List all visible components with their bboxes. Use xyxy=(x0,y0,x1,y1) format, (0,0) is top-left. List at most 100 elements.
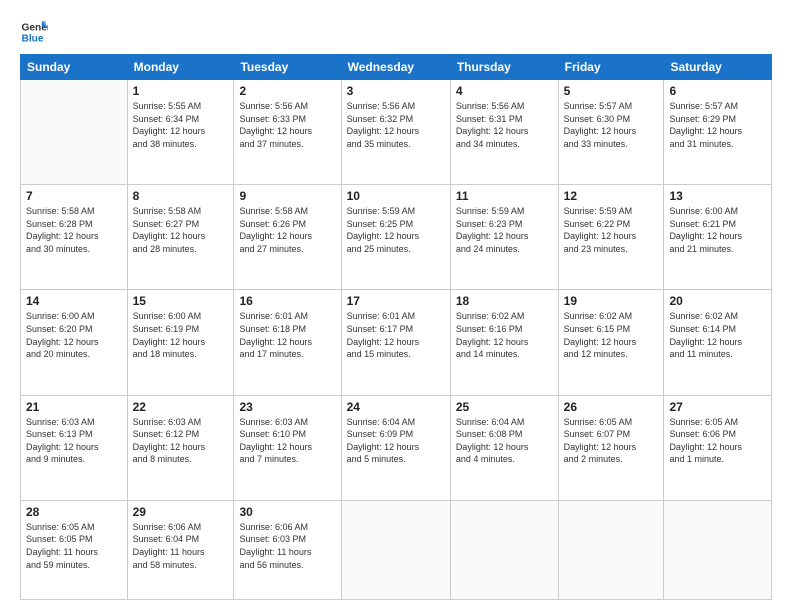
day-cell: 20 Sunrise: 6:02 AM Sunset: 6:14 PM Dayli… xyxy=(664,290,772,395)
day-cell: 17 Sunrise: 6:01 AM Sunset: 6:17 PM Dayli… xyxy=(341,290,450,395)
logo-icon: General Blue xyxy=(20,18,48,46)
day-number: 7 xyxy=(26,189,122,203)
day-info: Sunrise: 5:55 AM Sunset: 6:34 PM Dayligh… xyxy=(133,100,229,150)
day-info: Sunrise: 6:01 AM Sunset: 6:17 PM Dayligh… xyxy=(347,310,445,360)
header-cell-thursday: Thursday xyxy=(450,55,558,80)
header-cell-sunday: Sunday xyxy=(21,55,128,80)
day-number: 22 xyxy=(133,400,229,414)
week-row-0: 1 Sunrise: 5:55 AM Sunset: 6:34 PM Daylig… xyxy=(21,80,772,185)
header-cell-tuesday: Tuesday xyxy=(234,55,341,80)
day-number: 26 xyxy=(564,400,659,414)
day-cell: 3 Sunrise: 5:56 AM Sunset: 6:32 PM Daylig… xyxy=(341,80,450,185)
day-info: Sunrise: 5:57 AM Sunset: 6:29 PM Dayligh… xyxy=(669,100,766,150)
day-number: 2 xyxy=(239,84,335,98)
day-cell: 25 Sunrise: 6:04 AM Sunset: 6:08 PM Dayli… xyxy=(450,395,558,500)
day-number: 3 xyxy=(347,84,445,98)
day-cell xyxy=(558,500,664,599)
day-cell: 14 Sunrise: 6:00 AM Sunset: 6:20 PM Dayli… xyxy=(21,290,128,395)
day-cell: 22Sunrise: 6:03 AM Sunset: 6:12 PM Dayli… xyxy=(127,395,234,500)
day-number: 16 xyxy=(239,294,335,308)
day-number: 13 xyxy=(669,189,766,203)
day-info: Sunrise: 5:56 AM Sunset: 6:32 PM Dayligh… xyxy=(347,100,445,150)
day-cell: 8 Sunrise: 5:58 AM Sunset: 6:27 PM Daylig… xyxy=(127,185,234,290)
day-info: Sunrise: 6:00 AM Sunset: 6:20 PM Dayligh… xyxy=(26,310,122,360)
day-info: Sunrise: 6:04 AM Sunset: 6:09 PM Dayligh… xyxy=(347,416,445,466)
day-cell: 15Sunrise: 6:00 AM Sunset: 6:19 PM Dayli… xyxy=(127,290,234,395)
day-number: 21 xyxy=(26,400,122,414)
day-info: Sunrise: 6:02 AM Sunset: 6:15 PM Dayligh… xyxy=(564,310,659,360)
day-info: Sunrise: 6:06 AM Sunset: 6:03 PM Dayligh… xyxy=(239,521,335,571)
day-cell xyxy=(21,80,128,185)
day-cell: 24Sunrise: 6:04 AM Sunset: 6:09 PM Dayli… xyxy=(341,395,450,500)
day-number: 30 xyxy=(239,505,335,519)
day-info: Sunrise: 6:00 AM Sunset: 6:21 PM Dayligh… xyxy=(669,205,766,255)
day-info: Sunrise: 6:02 AM Sunset: 6:16 PM Dayligh… xyxy=(456,310,553,360)
day-info: Sunrise: 6:05 AM Sunset: 6:05 PM Dayligh… xyxy=(26,521,122,571)
header-cell-wednesday: Wednesday xyxy=(341,55,450,80)
day-number: 29 xyxy=(133,505,229,519)
day-number: 15 xyxy=(133,294,229,308)
header-cell-friday: Friday xyxy=(558,55,664,80)
day-number: 27 xyxy=(669,400,766,414)
header-cell-saturday: Saturday xyxy=(664,55,772,80)
day-info: Sunrise: 5:59 AM Sunset: 6:22 PM Dayligh… xyxy=(564,205,659,255)
header-cell-monday: Monday xyxy=(127,55,234,80)
day-cell: 6 Sunrise: 5:57 AM Sunset: 6:29 PM Daylig… xyxy=(664,80,772,185)
day-number: 9 xyxy=(239,189,335,203)
day-cell xyxy=(341,500,450,599)
logo: General Blue xyxy=(20,18,54,46)
day-cell: 27 Sunrise: 6:05 AM Sunset: 6:06 PM Dayli… xyxy=(664,395,772,500)
svg-text:Blue: Blue xyxy=(22,33,44,44)
day-cell: 29 Sunrise: 6:06 AM Sunset: 6:04 PM Dayli… xyxy=(127,500,234,599)
day-cell: 19 Sunrise: 6:02 AM Sunset: 6:15 PM Dayli… xyxy=(558,290,664,395)
day-number: 18 xyxy=(456,294,553,308)
day-info: Sunrise: 6:05 AM Sunset: 6:06 PM Dayligh… xyxy=(669,416,766,466)
day-number: 25 xyxy=(456,400,553,414)
day-cell: 28Sunrise: 6:05 AM Sunset: 6:05 PM Dayli… xyxy=(21,500,128,599)
week-row-2: 14 Sunrise: 6:00 AM Sunset: 6:20 PM Dayli… xyxy=(21,290,772,395)
day-number: 11 xyxy=(456,189,553,203)
calendar-header: SundayMondayTuesdayWednesdayThursdayFrid… xyxy=(21,55,772,80)
header-row: SundayMondayTuesdayWednesdayThursdayFrid… xyxy=(21,55,772,80)
day-number: 10 xyxy=(347,189,445,203)
day-cell: 4 Sunrise: 5:56 AM Sunset: 6:31 PM Daylig… xyxy=(450,80,558,185)
week-row-1: 7 Sunrise: 5:58 AM Sunset: 6:28 PM Daylig… xyxy=(21,185,772,290)
day-info: Sunrise: 6:06 AM Sunset: 6:04 PM Dayligh… xyxy=(133,521,229,571)
day-number: 19 xyxy=(564,294,659,308)
day-info: Sunrise: 6:02 AM Sunset: 6:14 PM Dayligh… xyxy=(669,310,766,360)
day-number: 4 xyxy=(456,84,553,98)
day-cell: 12Sunrise: 5:59 AM Sunset: 6:22 PM Dayli… xyxy=(558,185,664,290)
day-info: Sunrise: 5:56 AM Sunset: 6:33 PM Dayligh… xyxy=(239,100,335,150)
day-info: Sunrise: 6:04 AM Sunset: 6:08 PM Dayligh… xyxy=(456,416,553,466)
day-cell: 5Sunrise: 5:57 AM Sunset: 6:30 PM Daylig… xyxy=(558,80,664,185)
day-cell: 30 Sunrise: 6:06 AM Sunset: 6:03 PM Dayli… xyxy=(234,500,341,599)
day-number: 5 xyxy=(564,84,659,98)
day-cell: 2 Sunrise: 5:56 AM Sunset: 6:33 PM Daylig… xyxy=(234,80,341,185)
day-info: Sunrise: 5:56 AM Sunset: 6:31 PM Dayligh… xyxy=(456,100,553,150)
day-number: 8 xyxy=(133,189,229,203)
day-cell: 16 Sunrise: 6:01 AM Sunset: 6:18 PM Dayli… xyxy=(234,290,341,395)
day-info: Sunrise: 5:59 AM Sunset: 6:23 PM Dayligh… xyxy=(456,205,553,255)
day-number: 6 xyxy=(669,84,766,98)
day-cell xyxy=(664,500,772,599)
day-info: Sunrise: 5:58 AM Sunset: 6:27 PM Dayligh… xyxy=(133,205,229,255)
day-info: Sunrise: 6:03 AM Sunset: 6:13 PM Dayligh… xyxy=(26,416,122,466)
day-info: Sunrise: 6:05 AM Sunset: 6:07 PM Dayligh… xyxy=(564,416,659,466)
day-info: Sunrise: 6:01 AM Sunset: 6:18 PM Dayligh… xyxy=(239,310,335,360)
day-cell: 9 Sunrise: 5:58 AM Sunset: 6:26 PM Daylig… xyxy=(234,185,341,290)
day-cell: 18 Sunrise: 6:02 AM Sunset: 6:16 PM Dayli… xyxy=(450,290,558,395)
day-number: 1 xyxy=(133,84,229,98)
week-row-3: 21 Sunrise: 6:03 AM Sunset: 6:13 PM Dayli… xyxy=(21,395,772,500)
day-info: Sunrise: 5:58 AM Sunset: 6:26 PM Dayligh… xyxy=(239,205,335,255)
day-info: Sunrise: 5:58 AM Sunset: 6:28 PM Dayligh… xyxy=(26,205,122,255)
day-cell: 21 Sunrise: 6:03 AM Sunset: 6:13 PM Dayli… xyxy=(21,395,128,500)
calendar-body: 1 Sunrise: 5:55 AM Sunset: 6:34 PM Daylig… xyxy=(21,80,772,600)
day-cell: 23Sunrise: 6:03 AM Sunset: 6:10 PM Dayli… xyxy=(234,395,341,500)
day-cell: 7 Sunrise: 5:58 AM Sunset: 6:28 PM Daylig… xyxy=(21,185,128,290)
day-info: Sunrise: 5:59 AM Sunset: 6:25 PM Dayligh… xyxy=(347,205,445,255)
day-number: 20 xyxy=(669,294,766,308)
day-number: 14 xyxy=(26,294,122,308)
day-cell: 10 Sunrise: 5:59 AM Sunset: 6:25 PM Dayli… xyxy=(341,185,450,290)
day-number: 17 xyxy=(347,294,445,308)
day-cell: 26 Sunrise: 6:05 AM Sunset: 6:07 PM Dayli… xyxy=(558,395,664,500)
